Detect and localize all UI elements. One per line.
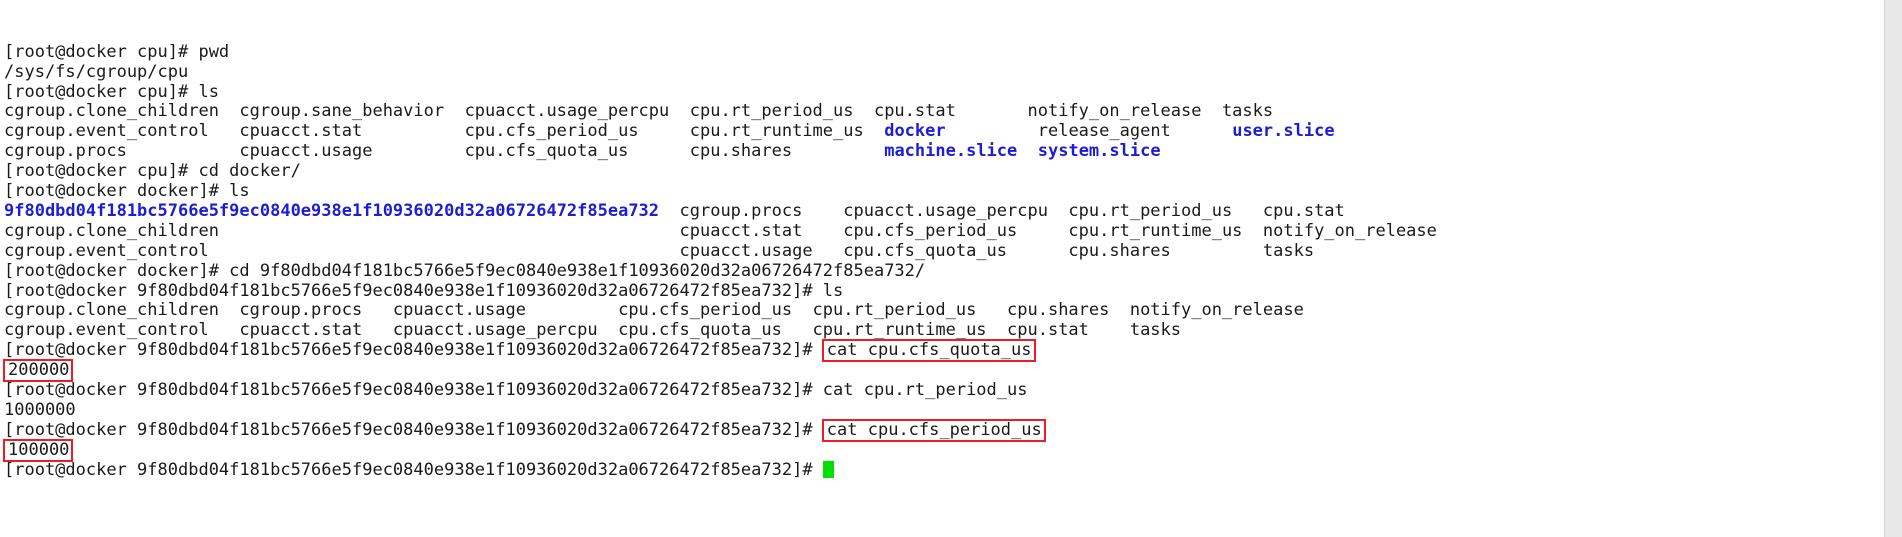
terminal-text: cgroup.clone_children cgroup.sane_behavi… bbox=[4, 101, 1274, 122]
terminal-line: cgroup.event_control cpuacct.stat cpu.cf… bbox=[4, 121, 1902, 142]
terminal-text: [root@docker 9f80dbd04f181bc5766e5f9ec08… bbox=[4, 379, 1028, 400]
directory-entry: docker bbox=[884, 121, 946, 142]
terminal-line: [root@docker cpu]# pwd bbox=[4, 41, 1902, 63]
terminal-line: [root@docker cpu]# ls bbox=[4, 81, 1902, 103]
terminal-text: [root@docker docker]# cd 9f80dbd04f181bc… bbox=[4, 260, 926, 281]
scrollbar-thumb[interactable] bbox=[1885, 0, 1902, 537]
terminal-text: [root@docker 9f80dbd04f181bc5766e5f9ec08… bbox=[4, 280, 844, 301]
terminal-line: cgroup.clone_children cgroup.procs cpuac… bbox=[4, 300, 1902, 321]
terminal-line: [root@docker cpu]# cd docker/ bbox=[4, 161, 1902, 182]
highlighted-text: 100000 bbox=[2, 438, 74, 462]
block-cursor bbox=[822, 460, 834, 478]
terminal-text: [root@docker cpu]# pwd bbox=[4, 41, 230, 62]
terminal-line: /sys/fs/cgroup/cpu bbox=[4, 61, 1902, 83]
terminal-text: [root@docker 9f80dbd04f181bc5766e5f9ec08… bbox=[4, 459, 823, 480]
vertical-scrollbar[interactable] bbox=[1884, 0, 1902, 537]
terminal-text: cgroup.event_control cpuacct.usage cpu.c… bbox=[4, 240, 1315, 261]
terminal-line: cgroup.clone_children cgroup.sane_behavi… bbox=[4, 102, 1902, 122]
terminal-text: /sys/fs/cgroup/cpu bbox=[4, 61, 189, 82]
highlighted-text: 200000 bbox=[2, 359, 74, 383]
terminal-text: [root@docker 9f80dbd04f181bc5766e5f9ec08… bbox=[4, 419, 823, 440]
directory-entry: machine.slice bbox=[884, 141, 1018, 162]
terminal-line: [root@docker 9f80dbd04f181bc5766e5f9ec08… bbox=[4, 379, 1902, 401]
terminal-text: [root@docker docker]# ls bbox=[4, 181, 250, 202]
highlighted-text: cat cpu.cfs_period_us bbox=[821, 418, 1046, 442]
terminal-line: [root@docker docker]# cd 9f80dbd04f181bc… bbox=[4, 260, 1902, 282]
terminal-text: release_agent bbox=[945, 121, 1233, 142]
directory-entry: system.slice bbox=[1037, 141, 1161, 162]
terminal-text: cgroup.procs cpuacct.usage_percpu cpu.rt… bbox=[659, 200, 1345, 221]
terminal-line: [root@docker 9f80dbd04f181bc5766e5f9ec08… bbox=[4, 459, 1902, 481]
terminal-text: cgroup.event_control cpuacct.stat cpuacc… bbox=[4, 320, 1182, 341]
terminal-line: 9f80dbd04f181bc5766e5f9ec0840e938e1f1093… bbox=[4, 200, 1902, 222]
terminal-line: cgroup.clone_children cpuacct.stat cpu.c… bbox=[4, 220, 1902, 242]
terminal-text: [root@docker cpu]# ls bbox=[4, 81, 219, 102]
terminal-line: [root@docker 9f80dbd04f181bc5766e5f9ec08… bbox=[4, 339, 1902, 363]
terminal-line: 200000 bbox=[2, 359, 1902, 383]
terminal-text: 1000000 bbox=[4, 399, 76, 420]
terminal-line: cgroup.event_control cpuacct.usage cpu.c… bbox=[4, 240, 1902, 262]
terminal-text: cgroup.clone_children cpuacct.stat cpu.c… bbox=[4, 220, 1437, 241]
terminal-line: 100000 bbox=[2, 438, 1902, 462]
terminal-line: cgroup.event_control cpuacct.stat cpuacc… bbox=[4, 320, 1902, 341]
terminal-line: [root@docker docker]# ls bbox=[4, 181, 1902, 202]
terminal-text: cgroup.event_control cpuacct.stat cpu.cf… bbox=[4, 121, 885, 142]
terminal-line: cgroup.procs cpuacct.usage cpu.cfs_quota… bbox=[4, 141, 1902, 162]
terminal-line: [root@docker 9f80dbd04f181bc5766e5f9ec08… bbox=[4, 418, 1902, 442]
highlighted-text: cat cpu.cfs_quota_us bbox=[821, 339, 1036, 363]
terminal-text: cgroup.procs cpuacct.usage cpu.cfs_quota… bbox=[4, 141, 885, 162]
terminal-line: [root@docker 9f80dbd04f181bc5766e5f9ec08… bbox=[4, 280, 1902, 302]
terminal-text: [root@docker cpu]# cd docker/ bbox=[4, 161, 301, 182]
directory-entry: user.slice bbox=[1232, 121, 1335, 142]
terminal-text: cgroup.clone_children cgroup.procs cpuac… bbox=[4, 300, 1304, 321]
terminal-text: [root@docker 9f80dbd04f181bc5766e5f9ec08… bbox=[4, 340, 823, 361]
directory-entry: 9f80dbd04f181bc5766e5f9ec0840e938e1f1093… bbox=[4, 200, 660, 221]
terminal-lines: [root@docker cpu]# pwd/sys/fs/cgroup/cpu… bbox=[2, 41, 1902, 481]
terminal-output-area[interactable]: [root@docker cpu]# pwd/sys/fs/cgroup/cpu… bbox=[0, 0, 1902, 537]
terminal-line: 1000000 bbox=[4, 399, 1902, 421]
